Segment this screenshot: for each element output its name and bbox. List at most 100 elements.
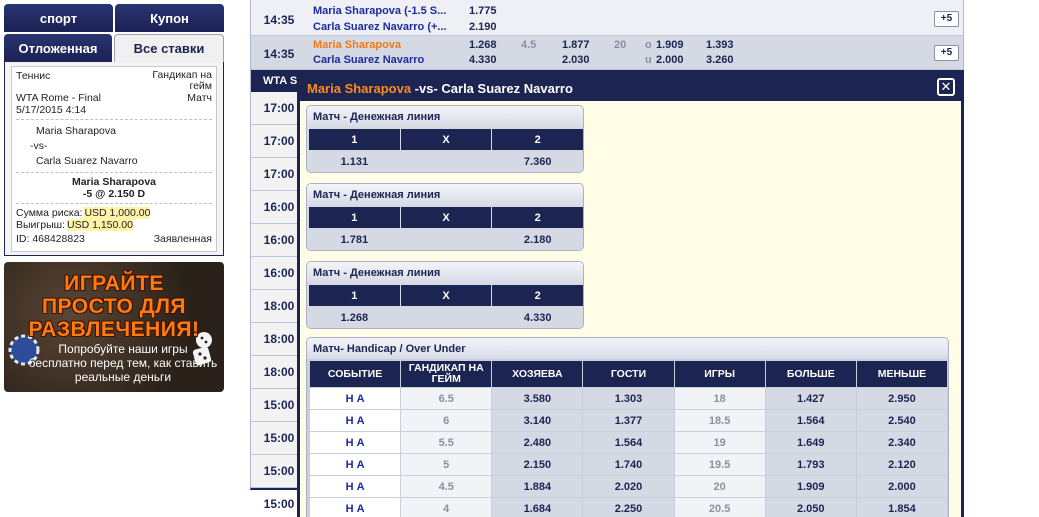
event-link[interactable]: Н А xyxy=(310,388,401,409)
banner-headline-3: РАЗВЛЕЧЕНИЯ! xyxy=(28,318,200,341)
event-team1[interactable]: Maria Sharapova (-1.5 S... xyxy=(313,5,446,17)
handicap-table: СОБЫТИЕ ГАНДИКАП НА ГЕЙМ ХОЗЯЕВА ГОСТИ И… xyxy=(309,360,948,517)
col-header-2: 2 xyxy=(492,129,583,150)
odd-home[interactable]: 1.268 xyxy=(309,307,400,328)
under-odd[interactable]: 2.540 xyxy=(856,410,947,431)
under-odd[interactable]: 2.000 xyxy=(656,54,684,66)
moneyline-market-2: Матч - Денежная линия 1 X 2 1.781 2.180 xyxy=(306,183,584,251)
extra-odd-2[interactable]: 3.260 xyxy=(706,54,734,66)
event-link[interactable]: Н А xyxy=(310,454,401,475)
away-odd[interactable]: 2.250 xyxy=(583,498,674,517)
over-odd[interactable]: 1.427 xyxy=(765,388,856,409)
under-odd[interactable]: 2.950 xyxy=(856,388,947,409)
col-header-x: X xyxy=(400,129,492,150)
event-link[interactable]: Н А xyxy=(310,410,401,431)
event-team1[interactable]: Maria Sharapova xyxy=(313,39,401,51)
event-row-2: 14:35 Maria Sharapova Carla Suarez Navar… xyxy=(251,36,963,70)
home-odd[interactable]: 2.480 xyxy=(492,432,583,453)
handicap-odd-2[interactable]: 2.030 xyxy=(562,54,590,66)
over-odd[interactable]: 2.050 xyxy=(765,498,856,517)
tab-sport[interactable]: спорт xyxy=(4,4,113,32)
market-title: Матч - Денежная линия xyxy=(307,262,583,283)
tab-coupon[interactable]: Купон xyxy=(115,4,224,32)
slip-market: Гандикап на гейм xyxy=(152,69,212,92)
away-odd[interactable]: 1.740 xyxy=(583,454,674,475)
odd-value[interactable]: 1.775 xyxy=(469,5,497,17)
home-odd[interactable]: 1.684 xyxy=(492,498,583,517)
table-row: Н А 6.5 3.580 1.303 18 1.427 2.950 xyxy=(310,388,947,409)
col-header-handicap: ГАНДИКАП НА ГЕЙМ xyxy=(401,361,492,387)
away-odd[interactable]: 1.303 xyxy=(583,388,674,409)
away-odd[interactable]: 1.377 xyxy=(583,410,674,431)
over-odd[interactable]: 1.909 xyxy=(656,39,684,51)
handicap-value: 5 xyxy=(401,454,492,475)
over-odd[interactable]: 1.564 xyxy=(765,410,856,431)
table-row: Н А 6 3.140 1.377 18.5 1.564 2.540 xyxy=(310,410,947,431)
moneyline-odd-2[interactable]: 4.330 xyxy=(469,54,497,66)
slip-date: 5/17/2015 4:14 xyxy=(16,104,87,116)
slip-risk-value: USD 1,000.00 xyxy=(84,207,151,219)
event-markets-modal: Maria Sharapova -vs- Carla Suarez Navarr… xyxy=(297,70,964,517)
odd-draw xyxy=(400,307,492,328)
handicap-odd-1[interactable]: 1.877 xyxy=(562,39,590,51)
handicap-over-under-market: Матч- Handicap / Over Under СОБЫТИЕ ГАНД… xyxy=(306,337,949,517)
slip-status: Заявленная xyxy=(153,233,212,245)
event-team2[interactable]: Carla Suarez Navarro (+... xyxy=(313,21,447,33)
odd-away[interactable]: 2.180 xyxy=(492,229,583,250)
event-team2[interactable]: Carla Suarez Navarro xyxy=(313,54,424,66)
market-title: Матч - Денежная линия xyxy=(307,184,583,205)
over-odd[interactable]: 1.793 xyxy=(765,454,856,475)
over-odd[interactable]: 1.649 xyxy=(765,432,856,453)
tab-all-bets[interactable]: Все ставки xyxy=(114,34,224,62)
odd-away[interactable]: 7.360 xyxy=(492,151,583,172)
under-odd[interactable]: 2.340 xyxy=(856,432,947,453)
event-link[interactable]: Н А xyxy=(310,498,401,517)
games-total: 19 xyxy=(674,432,765,453)
event-link[interactable]: Н А xyxy=(310,476,401,497)
moneyline-market-3: Матч - Денежная линия 1 X 2 1.268 4.330 xyxy=(306,261,584,329)
event-time: 14:35 xyxy=(263,13,295,27)
event-link[interactable]: Н А xyxy=(310,432,401,453)
handicap-line: 4.5 xyxy=(521,39,537,51)
under-odd[interactable]: 1.854 xyxy=(856,498,947,517)
modal-title: Maria Sharapova -vs- Carla Suarez Navarr… xyxy=(307,81,573,96)
col-header-x: X xyxy=(400,285,492,306)
table-row: Н А 5.5 2.480 1.564 19 1.649 2.340 xyxy=(310,432,947,453)
tab-pending[interactable]: Отложенная xyxy=(4,34,112,62)
slip-win-label: Выигрыш: xyxy=(16,219,65,231)
extra-odd-1[interactable]: 1.393 xyxy=(706,39,734,51)
handicap-value: 4 xyxy=(401,498,492,517)
odd-value[interactable]: 2.190 xyxy=(469,21,497,33)
over-odd[interactable]: 1.909 xyxy=(765,476,856,497)
under-odd[interactable]: 2.000 xyxy=(856,476,947,497)
banner-headline-2: ПРОСТО ДЛЯ xyxy=(41,295,187,318)
games-total: 20.5 xyxy=(674,498,765,517)
handicap-table-body: Н А 6.5 3.580 1.303 18 1.427 2.950 Н А 6 3.140 1.3… xyxy=(310,388,947,517)
market-title: Матч - Денежная линия xyxy=(307,106,583,127)
games-total: 19.5 xyxy=(674,454,765,475)
moneyline-odd-1[interactable]: 1.268 xyxy=(469,39,497,51)
home-odd[interactable]: 2.150 xyxy=(492,454,583,475)
slip-win-value: USD 1,150.00 xyxy=(66,219,133,231)
more-markets-button[interactable]: +5 xyxy=(934,45,959,61)
more-markets-button[interactable]: +5 xyxy=(934,11,959,27)
odd-home[interactable]: 1.781 xyxy=(309,229,400,250)
slip-id: ID: 468428823 xyxy=(16,233,85,245)
bet-slip: Теннис Гандикап на гейм WTA Rome - Final … xyxy=(4,62,224,256)
odd-home[interactable]: 1.131 xyxy=(309,151,400,172)
close-icon[interactable]: ✕ xyxy=(937,78,955,96)
slip-event: WTA Rome - Final xyxy=(16,92,101,104)
games-total: 18 xyxy=(674,388,765,409)
home-odd[interactable]: 3.140 xyxy=(492,410,583,431)
col-header-event: СОБЫТИЕ xyxy=(310,361,401,387)
slip-line: -5 @ 2.150 D xyxy=(82,188,146,200)
home-odd[interactable]: 1.884 xyxy=(492,476,583,497)
top-tabs: спорт Купон xyxy=(4,4,224,32)
total-line: 20 xyxy=(614,39,627,51)
home-odd[interactable]: 3.580 xyxy=(492,388,583,409)
promo-banner[interactable]: ИГРАЙТЕ ПРОСТО ДЛЯ РАЗВЛЕЧЕНИЯ! Попробуй… xyxy=(4,262,224,392)
away-odd[interactable]: 2.020 xyxy=(583,476,674,497)
away-odd[interactable]: 1.564 xyxy=(583,432,674,453)
odd-away[interactable]: 4.330 xyxy=(492,307,583,328)
under-odd[interactable]: 2.120 xyxy=(856,454,947,475)
